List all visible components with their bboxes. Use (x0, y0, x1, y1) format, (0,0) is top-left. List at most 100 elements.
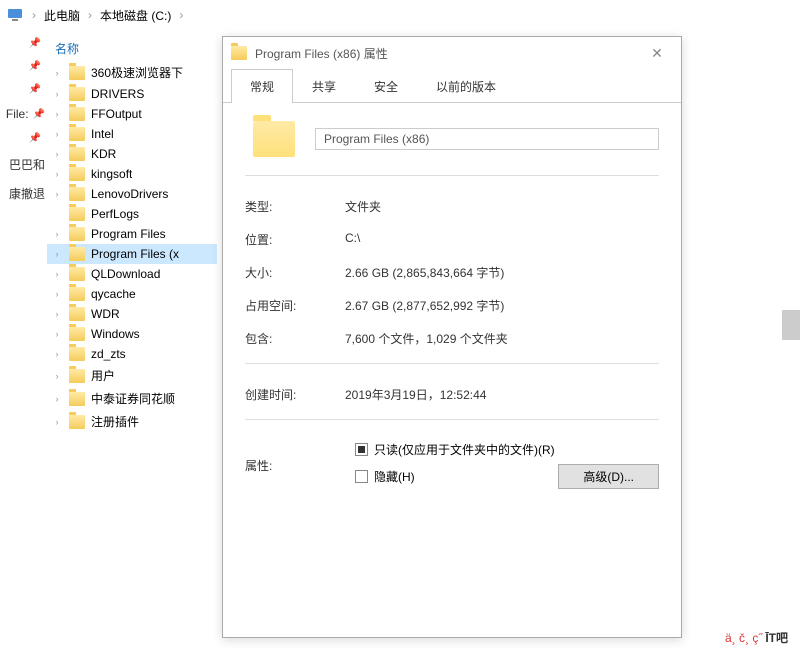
computer-icon (6, 6, 24, 24)
chevron-right-icon: › (28, 8, 40, 22)
tree-item-label: Program Files (91, 227, 166, 241)
folder-icon (69, 307, 85, 321)
chevron-right-icon: › (175, 8, 187, 22)
folder-icon (69, 369, 85, 383)
expand-icon[interactable]: › (51, 249, 63, 259)
folder-icon (69, 167, 85, 181)
breadcrumb-drive[interactable]: 本地磁盘 (C:) (100, 7, 171, 24)
hidden-label: 隐藏(H) (374, 468, 415, 485)
expand-icon[interactable]: › (51, 394, 63, 404)
expand-icon[interactable]: › (51, 309, 63, 319)
tree-item-label: 用户 (91, 367, 115, 384)
expand-icon[interactable]: › (51, 89, 63, 99)
expand-icon[interactable]: › (51, 189, 63, 199)
scrollbar-thumb[interactable] (782, 310, 800, 340)
quick-access-item[interactable]: 📌 (29, 61, 45, 72)
expand-icon[interactable]: › (51, 349, 63, 359)
prop-disk-value: 2.67 GB (2,877,652,992 字节) (345, 297, 659, 314)
folder-icon (231, 46, 247, 60)
tree-item[interactable]: ›LenovoDrivers (47, 184, 217, 204)
dialog-titlebar[interactable]: Program Files (x86) 属性 ✕ (223, 37, 681, 69)
expand-icon[interactable]: › (51, 169, 63, 179)
watermark-glyphs: ä¸ č¸ ç˝ (725, 631, 762, 645)
hidden-checkbox[interactable] (355, 470, 368, 483)
tree-item[interactable]: › KDR (47, 144, 217, 164)
tree-item[interactable]: › Program Files (47, 224, 217, 244)
expand-icon[interactable]: › (51, 371, 63, 381)
tree-item[interactable]: › Intel (47, 124, 217, 144)
pin-icon: 📌 (29, 61, 41, 72)
tree-item[interactable]: › WDR (47, 304, 217, 324)
advanced-button[interactable]: 高级(D)... (558, 464, 659, 489)
tree-item[interactable]: ›zd_zts (47, 344, 217, 364)
tree-item-label: qycache (91, 287, 136, 301)
tree-item-label: Windows (91, 327, 140, 341)
breadcrumb-root[interactable]: 此电脑 (44, 7, 80, 24)
readonly-label: 只读(仅应用于文件夹中的文件)(R) (374, 441, 555, 458)
tree-item[interactable]: PerfLogs (47, 204, 217, 224)
tab-strip: 常规 共享 安全 以前的版本 (223, 69, 681, 103)
properties-dialog: Program Files (x86) 属性 ✕ 常规 共享 安全 以前的版本 … (222, 36, 682, 638)
tree-item-label: QLDownload (91, 267, 160, 281)
folder-icon (69, 415, 85, 429)
separator (245, 419, 659, 420)
prop-contains-label: 包含: (245, 330, 345, 347)
tree-item[interactable]: › 中泰证券同花顺 (47, 387, 217, 410)
tree-item[interactable]: › 用户 (47, 364, 217, 387)
close-button[interactable]: ✕ (637, 39, 677, 67)
breadcrumb: › 此电脑 › 本地磁盘 (C:) › (0, 0, 800, 30)
quick-access-item[interactable]: 📌 (29, 38, 45, 49)
tab-sharing[interactable]: 共享 (293, 69, 355, 103)
expand-icon[interactable]: › (51, 129, 63, 139)
folder-icon (253, 121, 295, 157)
folder-icon (69, 227, 85, 241)
tree-item[interactable]: ›Program Files (x (47, 244, 217, 264)
quick-access-item[interactable]: File:📌 (6, 107, 45, 121)
readonly-checkbox[interactable] (355, 443, 368, 456)
file-tree: 名称 ›360极速浏览器下 ›DRIVERS ›FFOutput ›Intel … (47, 30, 217, 656)
quick-access-item[interactable]: 康撤退 (9, 185, 45, 202)
folder-icon (69, 207, 85, 221)
prop-type-label: 类型: (245, 198, 345, 215)
separator (245, 175, 659, 176)
tree-item-label: 注册插件 (91, 413, 139, 430)
tab-security[interactable]: 安全 (355, 69, 417, 103)
prop-attr-label: 属性: (245, 457, 345, 474)
tree-item[interactable]: ›360极速浏览器下 (47, 61, 217, 84)
expand-icon[interactable]: › (51, 417, 63, 427)
tree-item-label: WDR (91, 307, 120, 321)
quick-access-item[interactable]: 巴巴和 (9, 156, 45, 173)
tree-item[interactable]: › 注册插件 (47, 410, 217, 433)
tree-column-header[interactable]: 名称 (47, 36, 217, 61)
expand-icon[interactable]: › (51, 149, 63, 159)
tree-item[interactable]: › qycache (47, 284, 217, 304)
tree-item-label: 中泰证券同花顺 (91, 390, 175, 407)
tab-general[interactable]: 常规 (231, 69, 293, 103)
tree-item[interactable]: ›kingsoft (47, 164, 217, 184)
folder-icon (69, 66, 85, 80)
expand-icon[interactable]: › (51, 289, 63, 299)
tree-item[interactable]: ›DRIVERS (47, 84, 217, 104)
dialog-title: Program Files (x86) 属性 (255, 45, 637, 62)
tree-item[interactable]: › QLDownload (47, 264, 217, 284)
expand-icon[interactable]: › (51, 269, 63, 279)
folder-icon (69, 347, 85, 361)
folder-icon (69, 287, 85, 301)
quick-access-item[interactable]: 📌 (29, 133, 45, 144)
tree-item[interactable]: ›FFOutput (47, 104, 217, 124)
tab-previous-versions[interactable]: 以前的版本 (417, 69, 515, 103)
expand-icon[interactable]: › (51, 109, 63, 119)
prop-location-value: C:\ (345, 231, 659, 248)
pin-icon: 📌 (33, 109, 45, 120)
folder-icon (69, 147, 85, 161)
expand-icon[interactable]: › (51, 329, 63, 339)
separator (245, 363, 659, 364)
tree-item[interactable]: › Windows (47, 324, 217, 344)
tree-item-label: Intel (91, 127, 114, 141)
expand-icon[interactable]: › (51, 68, 63, 78)
quick-access-item[interactable]: 📌 (29, 84, 45, 95)
tree-item-label: KDR (91, 147, 116, 161)
quick-access-sidebar: 📌 📌 📌 File:📌 📌 巴巴和 康撤退 (0, 30, 47, 656)
expand-icon[interactable]: › (51, 229, 63, 239)
folder-name-input[interactable] (315, 128, 659, 150)
